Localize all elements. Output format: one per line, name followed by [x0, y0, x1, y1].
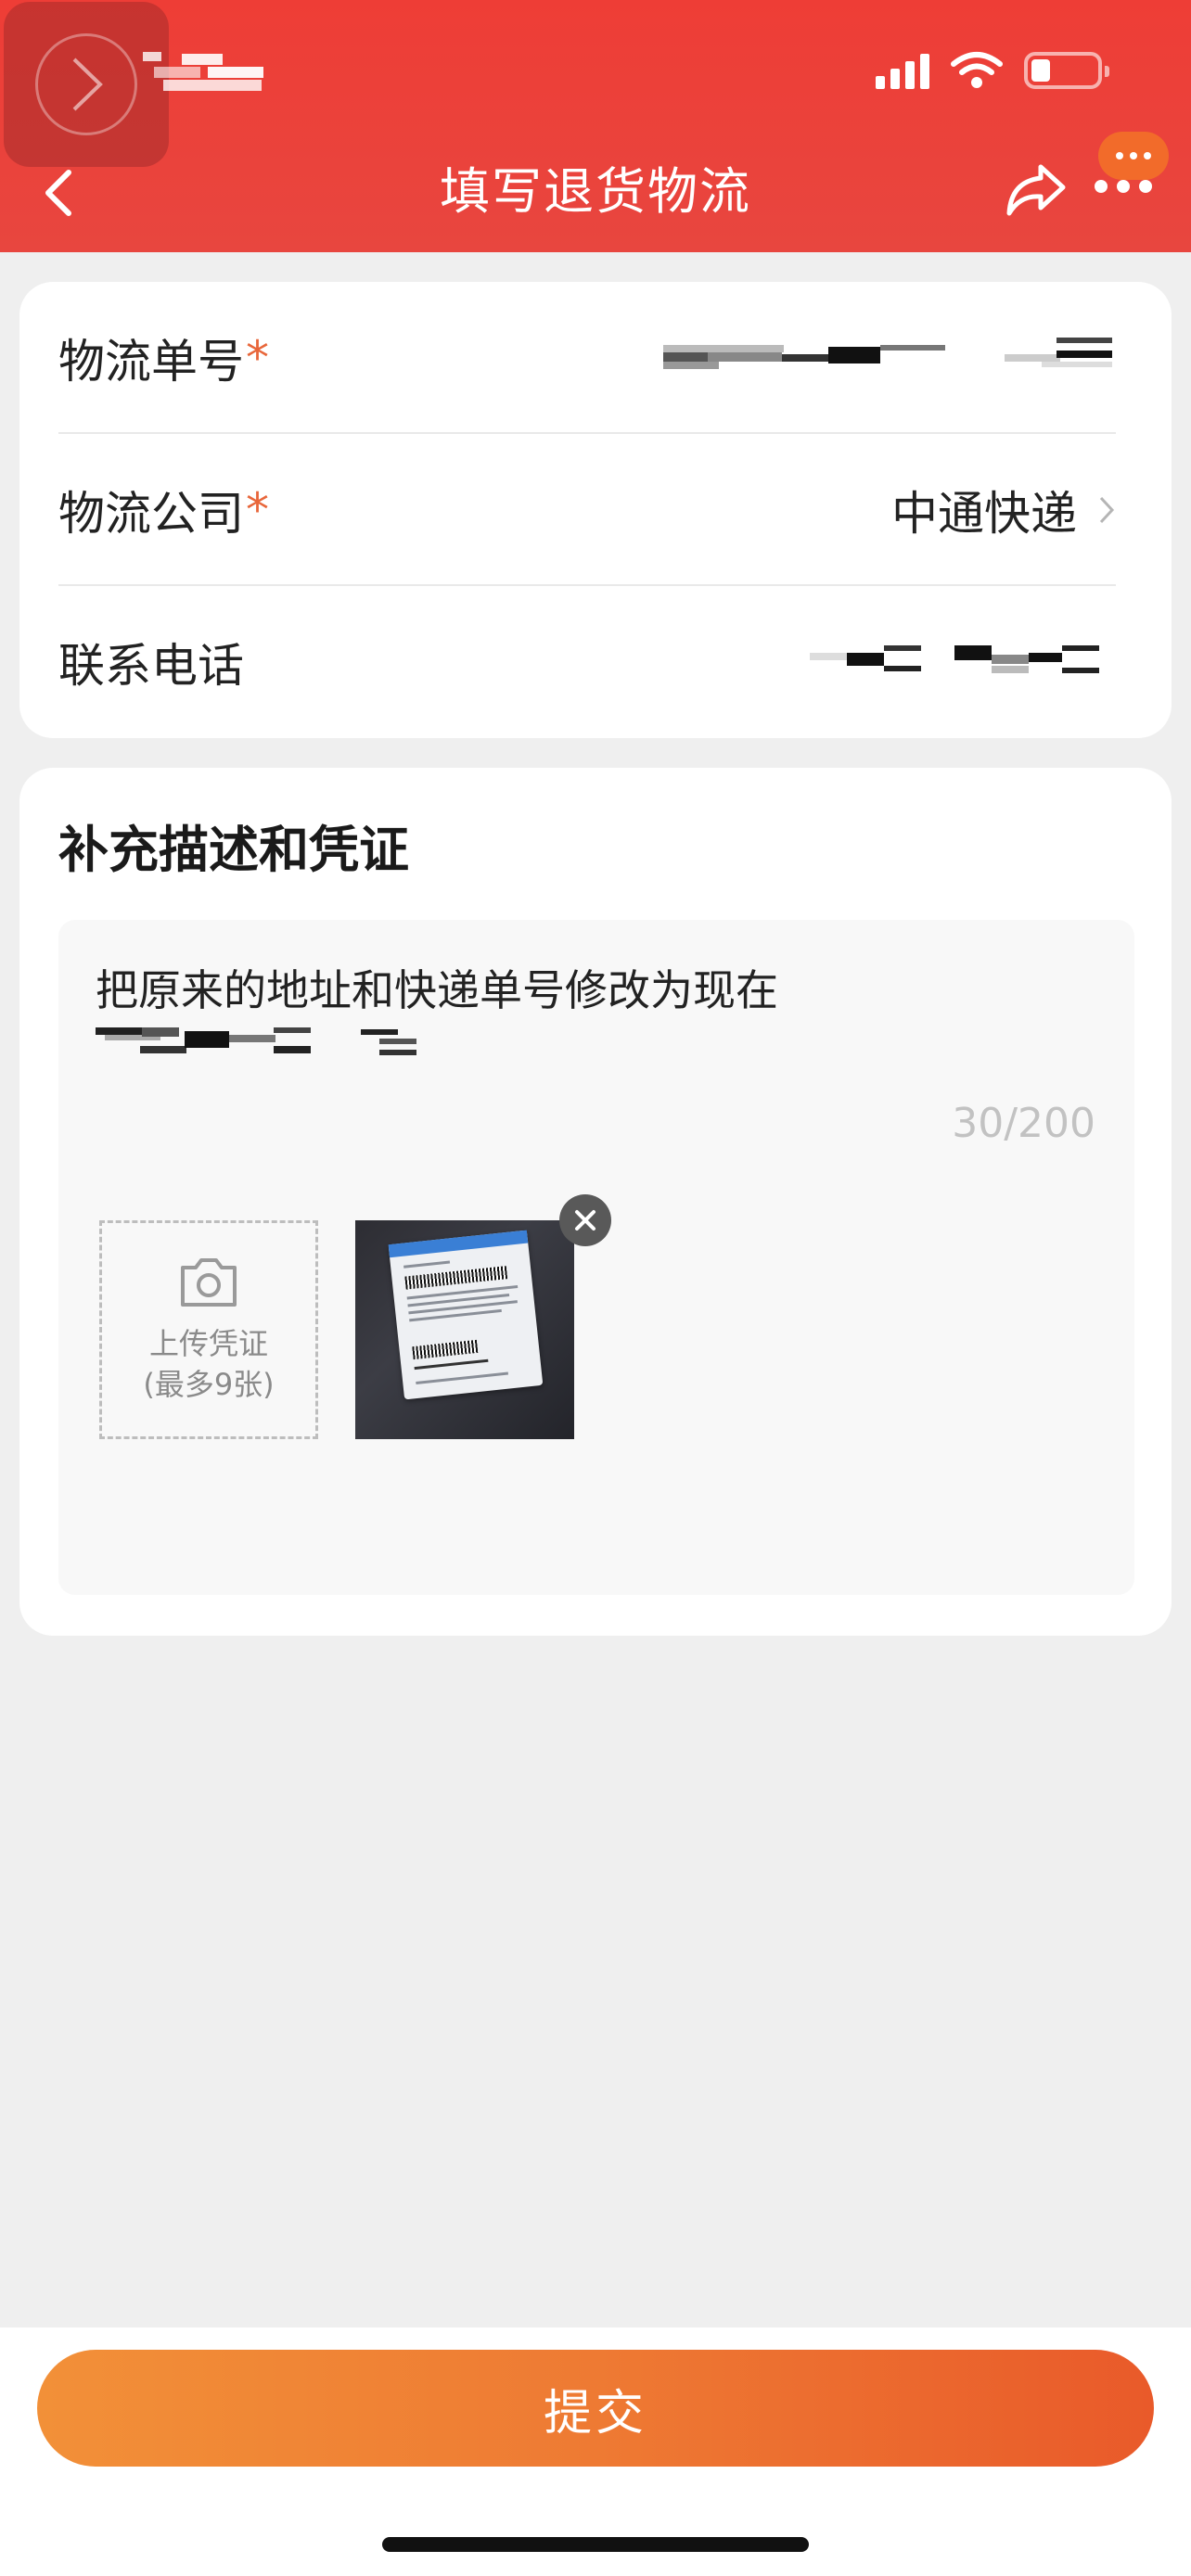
logistics-card: 物流单号 * 物流公司 * 中通快递 联系电话	[19, 282, 1172, 738]
courier-value: 中通快递	[891, 487, 1077, 541]
camera-icon	[181, 1258, 237, 1307]
close-icon	[575, 1210, 596, 1231]
tracking-number-label: 物流单号	[58, 335, 244, 389]
home-indicator	[382, 2537, 809, 2552]
remove-image-button[interactable]	[559, 1194, 611, 1246]
description-textarea[interactable]: 把原来的地址和快递单号修改为现在 30/200 上传凭证 (最多9张)	[58, 920, 1134, 1595]
chevron-right-icon	[1099, 496, 1115, 524]
phone-row[interactable]: 联系电话	[58, 586, 1116, 738]
battery-icon	[1024, 52, 1109, 89]
wifi-icon	[951, 52, 1003, 88]
phone-field[interactable]	[810, 634, 1116, 690]
header-bar: 填写退货物流	[0, 0, 1191, 252]
shipping-label-photo	[388, 1230, 544, 1400]
status-bar-icons	[876, 50, 1109, 91]
upload-evidence-button[interactable]: 上传凭证 (最多9张)	[99, 1220, 318, 1439]
chevron-right-icon	[72, 57, 103, 111]
more-icon[interactable]	[1095, 180, 1152, 193]
phone-label: 联系电话	[58, 639, 244, 693]
required-mark: *	[246, 483, 269, 537]
evidence-thumbnail[interactable]	[355, 1220, 574, 1439]
courier-select[interactable]: 中通快递	[891, 477, 1116, 543]
tracking-number-field[interactable]	[652, 330, 1116, 386]
description-card: 补充描述和凭证 把原来的地址和快递单号修改为现在 30/200 上传凭证 (最多…	[19, 768, 1172, 1636]
signal-icon	[876, 52, 929, 89]
section-title: 补充描述和凭证	[58, 821, 409, 879]
floating-return-button[interactable]	[4, 2, 169, 167]
upload-label: 上传凭证	[148, 1326, 268, 1361]
submit-button[interactable]: 提交	[37, 2350, 1154, 2467]
character-counter: 30/200	[952, 1100, 1095, 1147]
share-icon[interactable]	[1002, 159, 1069, 219]
description-text: 把原来的地址和快递单号修改为现在	[96, 965, 778, 1015]
courier-row[interactable]: 物流公司 * 中通快递	[58, 434, 1116, 586]
required-mark: *	[246, 331, 269, 385]
message-badge[interactable]	[1098, 132, 1169, 180]
upload-limit-label: (最多9张)	[143, 1367, 275, 1402]
courier-label: 物流公司	[58, 487, 244, 541]
tracking-number-row[interactable]: 物流单号 *	[58, 282, 1116, 434]
